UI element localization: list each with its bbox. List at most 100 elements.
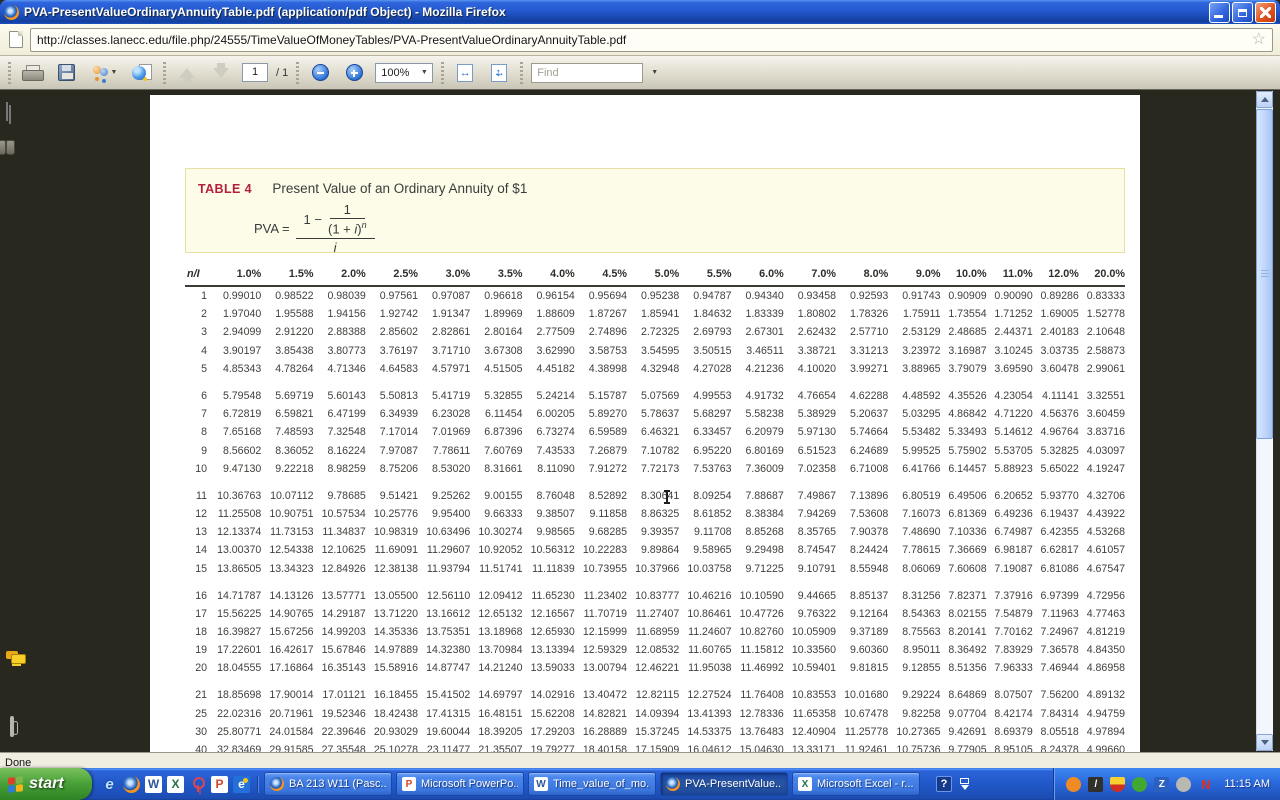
bookmark-star-icon[interactable]: ☆	[1252, 32, 1266, 48]
zoom-out-button[interactable]	[307, 60, 333, 86]
title-bar[interactable]: PVA-PresentValueOrdinaryAnnuityTable.pdf…	[0, 0, 1280, 24]
scroll-up-button[interactable]	[1256, 91, 1273, 108]
factor-cell: 13.00794	[575, 659, 627, 677]
formula-one-minus: 1 −	[304, 212, 322, 227]
factor-cell: 14.99203	[314, 623, 366, 641]
factor-cell: 2.72325	[627, 323, 679, 341]
help-icon[interactable]: ?	[936, 776, 952, 792]
share-online-button[interactable]	[129, 60, 155, 86]
factor-cell: 6.49506	[941, 478, 987, 505]
zoom-in-button[interactable]	[341, 60, 367, 86]
factor-cell: 2.40183	[1033, 323, 1079, 341]
factor-cell: 6.74987	[987, 523, 1033, 541]
scroll-down-button[interactable]	[1256, 734, 1273, 751]
start-button[interactable]: start	[0, 768, 92, 800]
factor-cell: 2.10648	[1079, 323, 1125, 341]
utility-tool-tray-icon[interactable]: /	[1088, 777, 1103, 792]
factor-cell: 11.29607	[418, 541, 470, 559]
msn-messenger-icon[interactable]: e	[233, 776, 250, 793]
novell-tray-icon[interactable]: N	[1198, 777, 1213, 792]
factor-cell: 4.91732	[732, 378, 784, 405]
table-row: 1211.2550810.9075110.5753410.257769.9540…	[185, 505, 1125, 523]
antivirus-tray-icon[interactable]	[1132, 777, 1147, 792]
find-history-dropdown[interactable]: ▼	[651, 69, 658, 76]
hidden-toolbar-chevron[interactable]	[960, 778, 969, 790]
factor-cell: 5.50813	[366, 378, 418, 405]
vertical-scrollbar[interactable]	[1256, 91, 1273, 751]
factor-cell: 7.48690	[888, 523, 940, 541]
factor-cell: 6.87396	[470, 423, 522, 441]
firefox-icon[interactable]	[123, 776, 140, 793]
security-shield-tray-icon[interactable]	[1110, 777, 1125, 792]
factor-cell: 2.99061	[1079, 360, 1125, 378]
zoom-level-select[interactable]: 100% ▼	[375, 63, 433, 83]
page-number-input[interactable]: 1	[242, 63, 268, 82]
access-key-icon[interactable]	[189, 776, 206, 793]
factor-cell: 14.29187	[314, 605, 366, 623]
task-label: PVA-PresentValue...	[685, 778, 782, 790]
address-bar[interactable]: http://classes.lanecc.edu/file.php/24555…	[30, 28, 1273, 52]
find-input[interactable]: Find	[531, 63, 643, 83]
factor-cell: 8.55948	[836, 559, 888, 577]
factor-cell: 11.34837	[314, 523, 366, 541]
factor-cell: 0.96618	[470, 286, 522, 305]
volume-tray-icon[interactable]	[1176, 777, 1191, 792]
factor-cell: 9.00155	[470, 478, 522, 505]
factor-cell: 12.15999	[575, 623, 627, 641]
z-application-tray-icon[interactable]: Z	[1154, 777, 1169, 792]
fit-page-button[interactable]: ↔↔	[486, 60, 512, 86]
factor-cell: 0.99010	[209, 286, 261, 305]
factor-cell: 2.53129	[888, 323, 940, 341]
factor-cell: 7.88687	[732, 478, 784, 505]
factor-cell: 11.70719	[575, 605, 627, 623]
factor-cell: 13.18968	[470, 623, 522, 641]
word-icon: W	[534, 777, 548, 791]
search-panel-button[interactable]	[6, 140, 24, 158]
factor-cell: 2.74896	[575, 323, 627, 341]
taskbar-button[interactable]: PMicrosoft PowerPo...	[396, 772, 524, 796]
factor-cell: 13.41393	[679, 705, 731, 723]
word-icon[interactable]: W	[145, 776, 162, 793]
next-page-button[interactable]	[208, 60, 234, 86]
factor-cell: 5.38929	[784, 405, 836, 423]
close-button[interactable]	[1255, 2, 1276, 23]
pages-panel-button[interactable]	[6, 106, 24, 124]
update-notifier-tray-icon[interactable]	[1066, 777, 1081, 792]
factor-cell: 12.16567	[523, 605, 575, 623]
excel-icon[interactable]: X	[167, 776, 184, 793]
attachments-panel-button[interactable]	[6, 718, 24, 736]
factor-cell: 3.46511	[732, 342, 784, 360]
restore-button[interactable]	[1232, 2, 1253, 23]
factor-cell: 14.13126	[261, 578, 313, 605]
previous-page-button[interactable]	[174, 60, 200, 86]
print-button[interactable]	[19, 60, 45, 86]
powerpoint-icon[interactable]: P	[211, 776, 228, 793]
factor-cell: 5.53705	[987, 441, 1033, 459]
factor-cell: 8.42174	[987, 705, 1033, 723]
taskbar-button[interactable]: BA 213 W11 (Pasc...	[264, 772, 392, 796]
scrollbar-thumb[interactable]	[1256, 109, 1273, 439]
url-text: http://classes.lanecc.edu/file.php/24555…	[37, 33, 1252, 47]
text-cursor	[666, 490, 668, 504]
taskbar-button[interactable]: WTime_value_of_mo...	[528, 772, 656, 796]
fit-width-button[interactable]: ↔	[452, 60, 478, 86]
factor-cell: 11.51741	[470, 559, 522, 577]
factor-cell: 10.36763	[209, 478, 261, 505]
factor-cell: 4.61057	[1079, 541, 1125, 559]
internet-explorer-icon[interactable]: e	[101, 776, 118, 793]
minimize-button[interactable]	[1209, 2, 1230, 23]
table-row: 43.901973.854383.807733.761973.717103.67…	[185, 342, 1125, 360]
taskbar-button[interactable]: PVA-PresentValue...	[660, 772, 788, 796]
column-header-rate: 4.0%	[523, 268, 575, 286]
factor-cell: 2.57710	[836, 323, 888, 341]
factor-cell: 5.75902	[941, 441, 987, 459]
taskbar-button[interactable]: XMicrosoft Excel - r...	[792, 772, 920, 796]
save-button[interactable]	[53, 60, 79, 86]
factor-cell: 10.63496	[418, 523, 470, 541]
factor-cell: 15.58916	[366, 659, 418, 677]
factor-cell: 13.00370	[209, 541, 261, 559]
factor-cell: 6.51523	[784, 441, 836, 459]
collaborate-button[interactable]: ▼	[87, 60, 121, 86]
factor-cell: 8.61852	[679, 505, 731, 523]
comments-panel-button[interactable]	[6, 650, 24, 668]
